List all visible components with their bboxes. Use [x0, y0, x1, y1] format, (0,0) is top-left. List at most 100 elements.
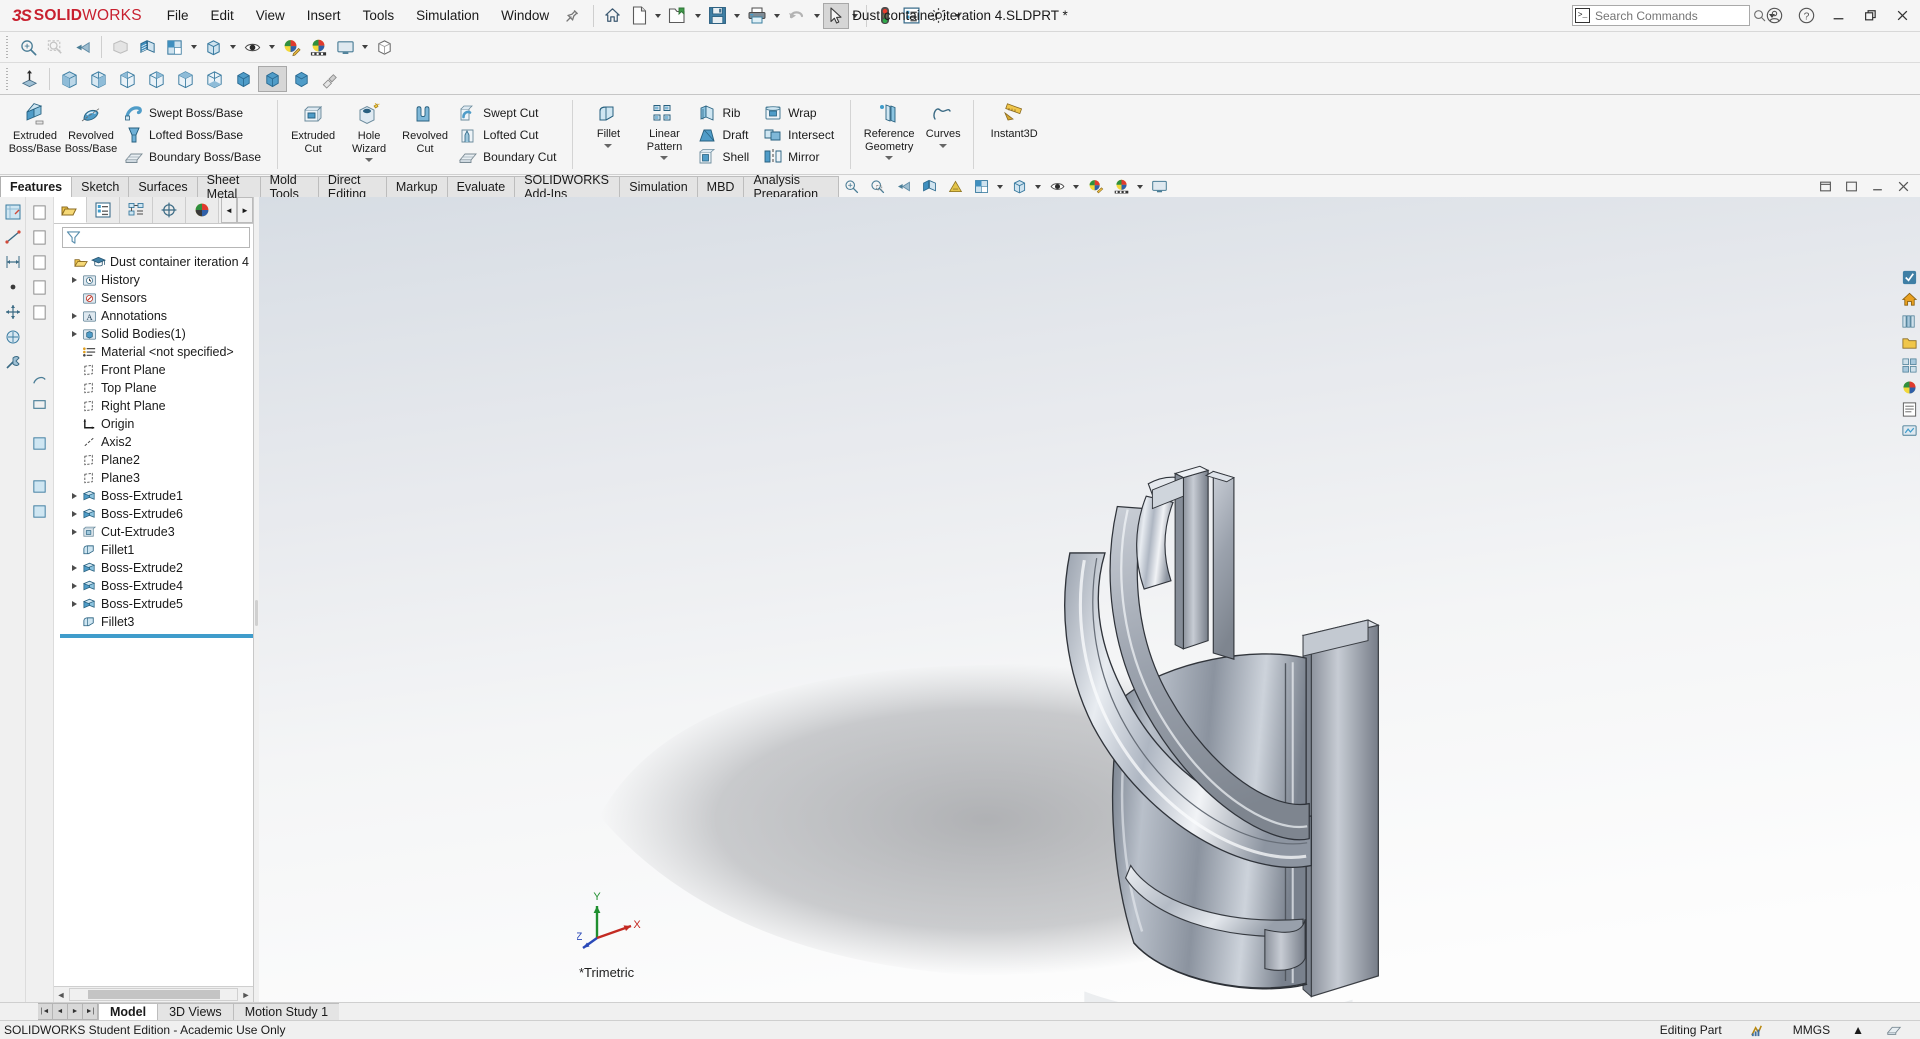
scroll-right-arrow[interactable]: ► — [239, 988, 253, 1002]
wrap-button[interactable]: Wrap — [760, 102, 841, 124]
tree-node-front-plane[interactable]: Front Plane — [54, 361, 253, 379]
tree-node-solid-bodies[interactable]: Solid Bodies(1) — [54, 325, 253, 343]
single-view-icon[interactable] — [316, 66, 345, 92]
tree-node-boss-extrude5[interactable]: Boss-Extrude5 — [54, 595, 253, 613]
sketch-tool-8-icon[interactable] — [29, 432, 51, 454]
tree-expand-arrow[interactable] — [68, 583, 81, 589]
tree-node-sensors[interactable]: Sensors — [54, 289, 253, 307]
swept-cut-button[interactable]: Swept Cut — [455, 102, 563, 124]
dimxpert-manager-tab[interactable] — [153, 197, 186, 223]
undo-icon[interactable] — [783, 3, 811, 29]
new-document-dropdown[interactable] — [652, 14, 664, 18]
tree-node-top-plane[interactable]: Top Plane — [54, 379, 253, 397]
point-icon[interactable] — [2, 276, 24, 298]
tab-evaluate[interactable]: Evaluate — [446, 176, 516, 197]
featuremanager-design-tree-tab[interactable] — [54, 197, 87, 223]
graphics-zoom-to-area-icon[interactable] — [864, 174, 890, 200]
hole-wizard-button[interactable]: Hole Wizard — [341, 97, 397, 172]
tab-sheet-metal[interactable]: Sheet Metal — [196, 173, 261, 201]
view-palette-icon[interactable] — [1899, 355, 1919, 375]
tab-direct-editing[interactable]: Direct Editing — [317, 173, 387, 201]
reference-geometry-dropdown[interactable] — [885, 153, 893, 163]
menu-item-tools[interactable]: Tools — [352, 0, 406, 31]
tab-features[interactable]: Features — [0, 176, 73, 197]
smart-dimension-icon[interactable] — [2, 251, 24, 273]
menu-item-view[interactable]: View — [245, 0, 296, 31]
pin-icon[interactable] — [560, 9, 588, 23]
tab-simulation[interactable]: Simulation — [619, 176, 698, 197]
account-icon[interactable] — [1758, 1, 1790, 31]
trimetric-view-icon[interactable] — [258, 65, 287, 92]
instant3d-button[interactable]: Instant3D — [981, 97, 1047, 172]
open-document-icon[interactable] — [664, 3, 692, 29]
tab-first-button[interactable]: |◄ — [38, 1003, 53, 1020]
view-orientation-icon[interactable] — [161, 34, 188, 60]
bottom-tab-model[interactable]: Model — [98, 1003, 159, 1020]
bottom-tab-motion-study-1[interactable]: Motion Study 1 — [232, 1003, 341, 1020]
line-icon[interactable] — [2, 226, 24, 248]
select-dropdown[interactable] — [849, 14, 861, 18]
graphics-view-orientation-icon[interactable] — [968, 174, 994, 200]
tree-root-node[interactable]: Dust container iteration 4 (Default< — [54, 253, 253, 271]
boundary-boss-base-button[interactable]: Boundary Boss/Base — [121, 146, 268, 168]
graphics-apply-scene-dropdown[interactable] — [1134, 185, 1146, 189]
fillet-button[interactable]: Fillet — [580, 97, 636, 172]
curves-button[interactable]: Curves — [920, 97, 966, 172]
sketch-tool-5-icon[interactable] — [29, 301, 51, 323]
open-document-dropdown[interactable] — [692, 14, 704, 18]
minimize-panel-icon[interactable] — [1864, 174, 1890, 200]
menu-item-edit[interactable]: Edit — [200, 0, 245, 31]
undo-dropdown[interactable] — [811, 14, 823, 18]
lofted-boss-base-button[interactable]: Lofted Boss/Base — [121, 124, 268, 146]
tree-expand-arrow[interactable] — [68, 493, 81, 499]
menu-bar[interactable]: File Edit View Insert Tools Simulation W… — [156, 0, 588, 31]
previous-view-icon[interactable] — [69, 34, 96, 60]
close-panel-icon[interactable] — [1890, 174, 1916, 200]
graphics-edit-appearance-icon[interactable] — [1082, 174, 1108, 200]
tree-expand-arrow[interactable] — [68, 331, 81, 337]
units-text[interactable]: MMGS — [1779, 1023, 1844, 1037]
sketch-tool-9-icon[interactable] — [29, 475, 51, 497]
tree-node-fillet1[interactable]: Fillet1 — [54, 541, 253, 559]
home-view-icon[interactable] — [1899, 289, 1919, 309]
tab-sketch[interactable]: Sketch — [71, 176, 130, 197]
section-view-grey-icon[interactable] — [107, 34, 134, 60]
menu-item-window[interactable]: Window — [490, 0, 560, 31]
graphics-apply-scene-icon[interactable] — [1108, 174, 1134, 200]
left-view-icon[interactable] — [113, 66, 142, 92]
appearances-scenes-icon[interactable] — [1899, 377, 1919, 397]
toolbar-grip-2[interactable] — [4, 67, 11, 90]
tab-markup[interactable]: Markup — [385, 176, 448, 197]
scrollbar-thumb[interactable] — [88, 990, 220, 999]
draft-button[interactable]: Draft — [694, 124, 756, 146]
graphics-display-style-dropdown[interactable] — [1032, 185, 1044, 189]
boundary-cut-button[interactable]: Boundary Cut — [455, 146, 563, 168]
tab-prev-button[interactable]: ◄ — [53, 1003, 68, 1020]
tree-expand-arrow[interactable] — [68, 529, 81, 535]
tree-filter-box[interactable] — [62, 227, 250, 248]
graphics-view-orientation-dropdown[interactable] — [994, 185, 1006, 189]
hide-show-dropdown[interactable] — [266, 45, 278, 49]
help-icon[interactable]: ? — [1790, 1, 1822, 31]
feature-tree[interactable]: Dust container iteration 4 (Default< His… — [54, 250, 253, 986]
display-manager-panel-icon[interactable] — [1899, 421, 1919, 441]
sketch-tool-4-icon[interactable] — [29, 276, 51, 298]
extruded-cut-button[interactable]: Extruded Cut — [285, 97, 341, 172]
options-list-icon[interactable] — [898, 3, 925, 29]
display-style-dropdown[interactable] — [227, 45, 239, 49]
sketch-tool-10-icon[interactable] — [29, 500, 51, 522]
graphics-previous-view-icon[interactable] — [890, 174, 916, 200]
tree-node-history[interactable]: History — [54, 271, 253, 289]
bottom-view-icon[interactable] — [200, 66, 229, 92]
tree-node-right-plane[interactable]: Right Plane — [54, 397, 253, 415]
save-dropdown[interactable] — [731, 14, 743, 18]
sketch-icon[interactable] — [2, 201, 24, 223]
graphics-draft-analysis-icon[interactable] — [942, 174, 968, 200]
tree-expand-arrow[interactable] — [68, 313, 81, 319]
graphics-zoom-to-fit-icon[interactable] — [838, 174, 864, 200]
restore-panel-icon[interactable] — [1812, 174, 1838, 200]
edit-appearance-icon[interactable] — [278, 34, 305, 60]
tree-node-material[interactable]: Material <not specified> — [54, 343, 253, 361]
graphics-view-settings-icon[interactable] — [1146, 174, 1172, 200]
graphics-display-style-icon[interactable] — [1006, 174, 1032, 200]
